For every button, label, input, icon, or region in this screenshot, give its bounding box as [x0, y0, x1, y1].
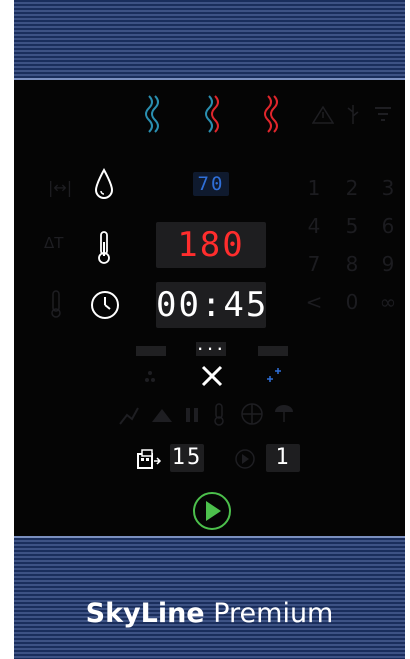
key-4[interactable]: 4	[302, 214, 326, 238]
step-number-display[interactable]: 1	[266, 444, 300, 472]
step-icon[interactable]	[234, 448, 256, 470]
pause-icon[interactable]	[184, 406, 200, 424]
warning-icon	[312, 106, 334, 124]
combi-mode-icon[interactable]	[202, 94, 222, 136]
dome-icon[interactable]	[150, 406, 174, 424]
delta-t-icon[interactable]: ΔT	[44, 234, 63, 252]
sparkle-icon[interactable]	[264, 366, 284, 386]
oven-control-panel: |↔| ΔT 70 180 00:45 1 2 3 4 5 6 7 8 9 < …	[14, 0, 405, 659]
filter-icon	[375, 107, 391, 121]
key-9[interactable]: 9	[376, 252, 400, 276]
clock-icon	[91, 291, 119, 319]
key-3[interactable]: 3	[376, 176, 400, 200]
brand-name: SkyLine	[85, 598, 205, 629]
fan-speed-indicator: ...	[196, 339, 226, 356]
program-icon[interactable]	[136, 448, 162, 470]
key-5[interactable]: 5	[340, 214, 364, 238]
top-stripe	[14, 0, 405, 80]
key-6[interactable]: 6	[376, 214, 400, 238]
program-number-display[interactable]: 15	[170, 444, 204, 472]
key-1[interactable]: 1	[302, 176, 326, 200]
probe-icon[interactable]	[50, 290, 62, 318]
control-area: |↔| ΔT 70 180 00:45 1 2 3 4 5 6 7 8 9 < …	[14, 80, 405, 536]
key-8[interactable]: 8	[340, 252, 364, 276]
key-0[interactable]: 0	[340, 290, 364, 314]
thermometer-icon	[98, 231, 110, 264]
core-probe-icon[interactable]	[210, 402, 228, 426]
usb-icon	[347, 105, 359, 124]
key-7[interactable]: 7	[302, 252, 326, 276]
key-2[interactable]: 2	[340, 176, 364, 200]
fan-icon[interactable]	[200, 364, 224, 388]
fan-bar-left	[136, 346, 166, 356]
hot-air-mode-icon[interactable]	[260, 94, 282, 136]
fan-bar-right	[258, 346, 288, 356]
key-back[interactable]: <	[302, 290, 326, 314]
brand-logo: SkyLine Premium	[14, 598, 405, 629]
key-infinite[interactable]: ∞	[376, 290, 400, 314]
humidity-drop-icon	[94, 168, 114, 199]
humidity-display[interactable]: 70	[193, 172, 229, 196]
preheat-icon[interactable]: |↔|	[48, 178, 72, 197]
chart-icon[interactable]	[118, 404, 140, 426]
target-icon[interactable]	[240, 402, 264, 426]
start-button[interactable]	[191, 490, 233, 532]
brand-edition: Premium	[213, 598, 334, 629]
shower-icon[interactable]	[272, 402, 296, 426]
temperature-display[interactable]: 180	[156, 222, 266, 268]
time-display[interactable]: 00:45	[156, 282, 266, 328]
humidity-dots-icon	[145, 371, 155, 382]
steam-mode-icon[interactable]	[142, 94, 162, 136]
